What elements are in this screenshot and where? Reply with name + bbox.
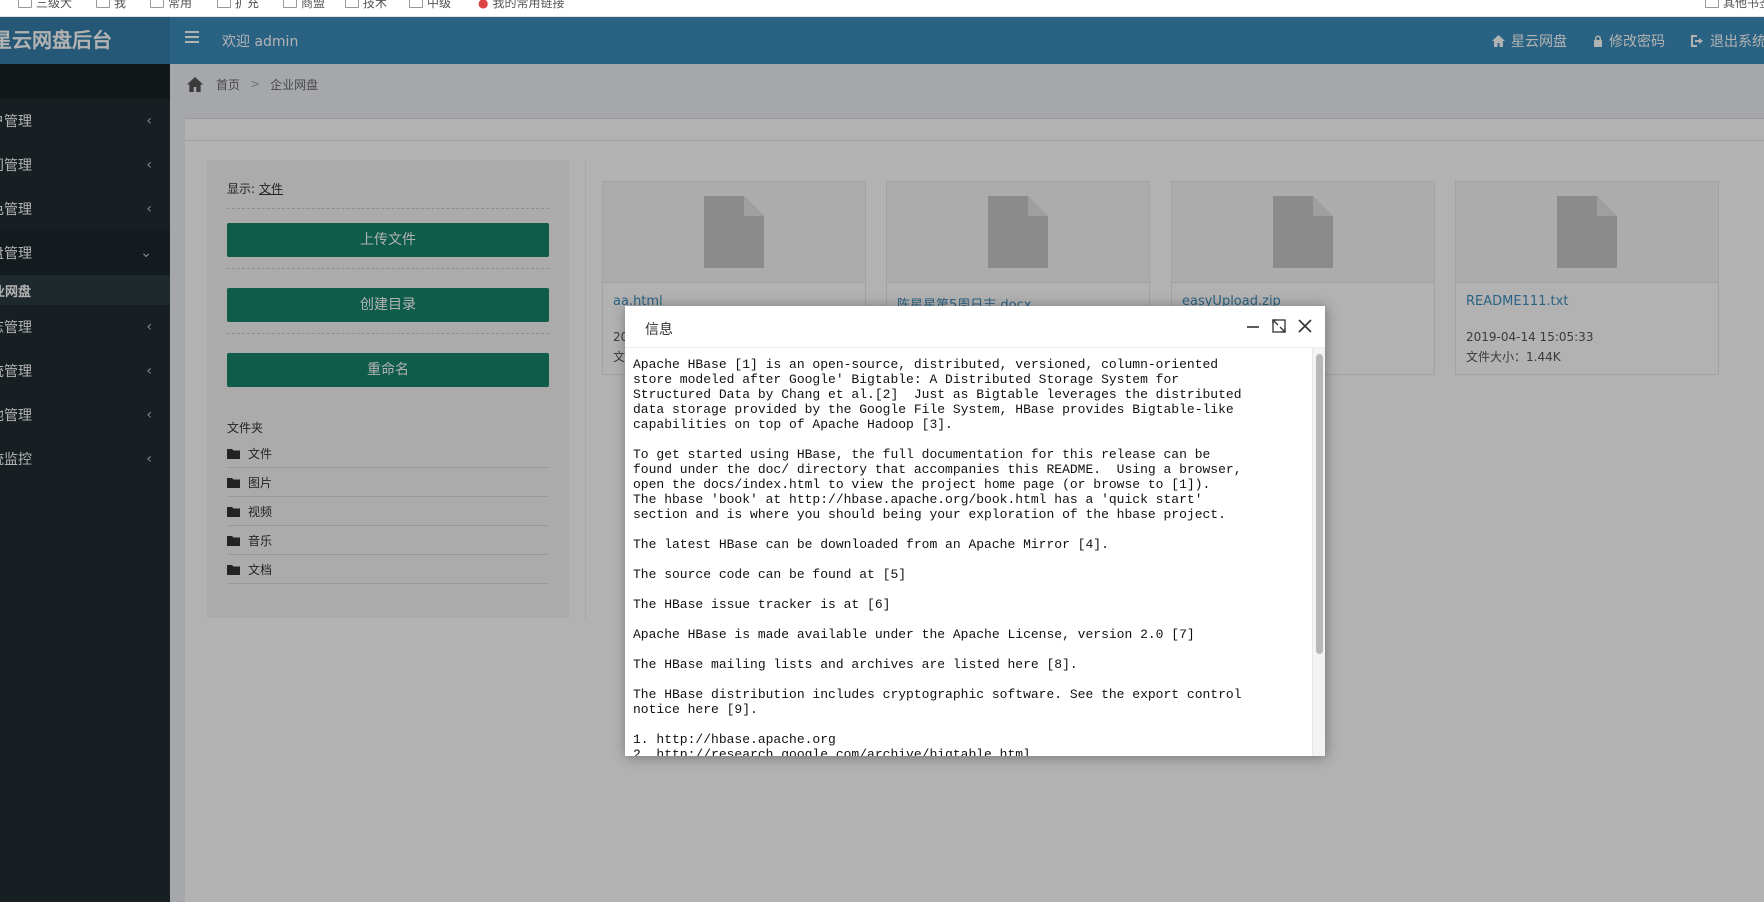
file-content-text: Apache HBase [1] is an open-source, dist… (633, 357, 1242, 756)
folder-icon (283, 0, 297, 8)
bookmark[interactable]: 三级大 (18, 0, 72, 11)
bookmark[interactable]: ● 我的常用链接 (478, 0, 565, 11)
dialog-body: Apache HBase [1] is an open-source, dist… (625, 348, 1312, 756)
dialog-header[interactable]: 信息 (625, 306, 1325, 348)
maximize-icon[interactable] (1271, 318, 1287, 334)
folder-icon (18, 0, 32, 8)
dialog-scrollbar[interactable] (1312, 348, 1325, 756)
folder-icon (1705, 0, 1719, 8)
close-icon[interactable] (1297, 318, 1313, 334)
bookmark[interactable]: 商盟 (283, 0, 325, 11)
info-dialog: 信息 Apache HBase [1] is an open-source, d… (625, 306, 1325, 756)
dialog-title: 信息 (645, 322, 673, 338)
bookmark[interactable]: 其他书签 (1705, 0, 1764, 11)
bookmark[interactable]: 中级 (409, 0, 451, 11)
bookmark[interactable]: 我 (96, 0, 126, 11)
scrollbar-thumb[interactable] (1316, 354, 1323, 654)
bookmark[interactable]: 技术 (345, 0, 387, 11)
folder-icon (96, 0, 110, 8)
folder-icon (217, 0, 231, 8)
globe-icon: ● (478, 0, 489, 10)
folder-icon (150, 0, 164, 8)
minimize-icon[interactable] (1245, 318, 1261, 334)
bookmark[interactable]: 常用 (150, 0, 192, 11)
folder-icon (409, 0, 423, 8)
folder-icon (345, 0, 359, 8)
bookmarks-bar: 三级大 我 常用 扩充 商盟 技术 中级 ●我的常用链接 其他书签 (0, 0, 1764, 17)
dialog-controls (1245, 318, 1313, 334)
bookmark[interactable]: 扩充 (217, 0, 259, 11)
